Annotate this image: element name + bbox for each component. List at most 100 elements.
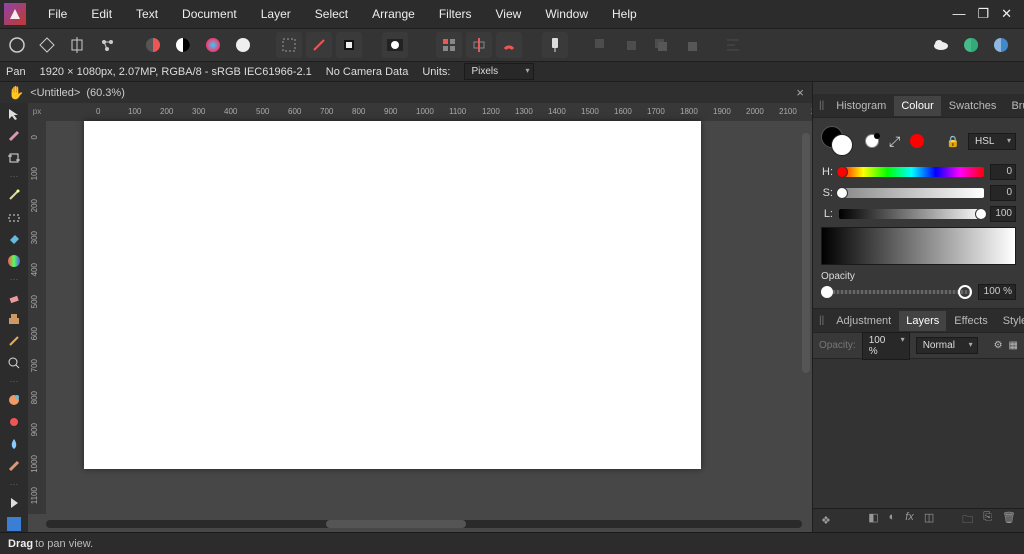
document-title[interactable]: <Untitled>	[30, 87, 80, 99]
healing-tool-icon[interactable]	[5, 393, 23, 408]
reset-swatch-icon[interactable]	[865, 134, 879, 148]
checker-icon[interactable]: ▦	[1009, 340, 1018, 351]
dots-icon[interactable]: ⋯	[5, 173, 23, 181]
menu-edit[interactable]: Edit	[79, 0, 124, 28]
color-swatch-stack[interactable]	[821, 126, 855, 156]
panel-drag-handle-icon[interactable]: ||	[819, 100, 824, 111]
ruler-vertical[interactable]: 010020030040050060070080090010001100	[28, 121, 46, 514]
arrange-forward-icon[interactable]	[648, 32, 674, 58]
panel-drag-handle-icon[interactable]: ||	[819, 315, 824, 326]
menu-help[interactable]: Help	[600, 0, 649, 28]
adjustment-icon[interactable]: ◐	[889, 511, 896, 530]
opacity-value[interactable]: 100 %	[978, 284, 1016, 300]
arrange-front-icon[interactable]	[678, 32, 704, 58]
wand-tool-icon[interactable]	[5, 188, 23, 203]
units-select[interactable]: Pixels	[464, 63, 534, 80]
gear-icon[interactable]: ⚙	[994, 340, 1003, 351]
tab-layers[interactable]: Layers	[899, 311, 946, 331]
group-icon[interactable]: 🗀	[962, 511, 973, 530]
zoom-tool-icon[interactable]	[5, 356, 23, 371]
marquee-tool-icon[interactable]	[5, 210, 23, 225]
arrange-back-icon[interactable]	[588, 32, 614, 58]
app-logo[interactable]	[4, 3, 26, 25]
marker-icon[interactable]	[336, 32, 362, 58]
dots-icon-3[interactable]: ⋯	[5, 378, 23, 386]
dots-icon-2[interactable]: ⋯	[5, 275, 23, 283]
auto-levels-icon[interactable]	[140, 32, 166, 58]
color-mode-select[interactable]: HSL	[968, 133, 1016, 150]
layer-opacity-select[interactable]: 100 %	[862, 332, 910, 360]
move-tool-icon[interactable]	[5, 107, 23, 122]
gradient-tool-icon[interactable]	[5, 253, 23, 268]
eraser-tool-icon[interactable]	[5, 290, 23, 305]
menu-filters[interactable]: Filters	[427, 0, 484, 28]
cloud-icon[interactable]	[928, 32, 954, 58]
menu-window[interactable]: Window	[533, 0, 600, 28]
pencil-tool-icon[interactable]	[5, 334, 23, 349]
layers-list[interactable]	[813, 359, 1024, 508]
auto-colors-icon[interactable]	[200, 32, 226, 58]
menu-arrange[interactable]: Arrange	[360, 0, 427, 28]
lock-icon[interactable]: 🔒	[946, 135, 960, 148]
tab-adjustment[interactable]: Adjustment	[829, 311, 898, 331]
tab-swatches[interactable]: Swatches	[942, 96, 1004, 116]
clone-tool-icon[interactable]	[5, 312, 23, 327]
quick-mask-icon[interactable]	[382, 32, 408, 58]
persona-export-icon[interactable]	[94, 32, 120, 58]
blend-mode-select[interactable]: Normal	[916, 337, 978, 354]
persona-develop-icon[interactable]	[64, 32, 90, 58]
tab-colour[interactable]: Colour	[894, 96, 940, 116]
light-value[interactable]: 100	[990, 206, 1016, 222]
eyedropper-icon[interactable]: ⤢	[889, 133, 900, 150]
auto-white-icon[interactable]	[230, 32, 256, 58]
smudge-tool-icon[interactable]	[5, 458, 23, 473]
tab-histogram[interactable]: Histogram	[829, 96, 893, 116]
close-document-icon[interactable]: ×	[796, 85, 812, 100]
fx-icon[interactable]: fx	[905, 511, 914, 530]
play-icon[interactable]	[5, 495, 23, 510]
ruler-horizontal[interactable]: 0100200300400500600700800900100011001200…	[46, 103, 812, 121]
sat-value[interactable]: 0	[990, 185, 1016, 201]
crop-layer-icon[interactable]: ◫	[924, 511, 934, 530]
arrange-backward-icon[interactable]	[618, 32, 644, 58]
maximize-icon[interactable]: ❐	[977, 6, 989, 22]
vertical-scrollbar[interactable]	[802, 123, 810, 512]
foreground-color-swatch[interactable]	[831, 134, 853, 156]
canvas[interactable]	[84, 121, 701, 469]
opacity-slider[interactable]	[821, 290, 972, 294]
redeye-tool-icon[interactable]	[5, 415, 23, 430]
persona-photo-icon[interactable]	[4, 32, 30, 58]
bucket-tool-icon[interactable]	[5, 231, 23, 246]
menu-layer[interactable]: Layer	[249, 0, 303, 28]
crop-tool-icon[interactable]	[5, 151, 23, 166]
lightness-ramp[interactable]	[821, 227, 1016, 265]
mask-icon[interactable]: ◧	[868, 511, 878, 530]
color-swatch-tool[interactable]	[5, 517, 23, 532]
snap-toggle-icon[interactable]	[496, 32, 522, 58]
menu-select[interactable]: Select	[303, 0, 360, 28]
hue-value[interactable]: 0	[990, 164, 1016, 180]
persona-liquify-icon[interactable]	[34, 32, 60, 58]
auto-contrast-icon[interactable]	[170, 32, 196, 58]
close-icon[interactable]: ✕	[1001, 6, 1012, 22]
link-icon[interactable]: ⎘	[983, 511, 992, 530]
layer-stack-icon[interactable]: ❖	[821, 514, 831, 527]
blur-tool-icon[interactable]	[5, 436, 23, 451]
menu-file[interactable]: File	[36, 0, 79, 28]
vscroll-thumb[interactable]	[802, 133, 810, 373]
align-icon[interactable]	[720, 32, 746, 58]
selection-tool-icon[interactable]	[276, 32, 302, 58]
hue-slider[interactable]	[839, 167, 984, 177]
tab-styles[interactable]: Styles	[996, 311, 1024, 331]
brush-tool-icon[interactable]	[5, 129, 23, 144]
tab-effects[interactable]: Effects	[947, 311, 994, 331]
grid-toggle-icon[interactable]	[436, 32, 462, 58]
store-icon[interactable]	[988, 32, 1014, 58]
sat-slider[interactable]	[839, 188, 984, 198]
minimize-icon[interactable]: —	[952, 6, 965, 22]
account-icon[interactable]	[958, 32, 984, 58]
trash-icon[interactable]: 🗑	[1002, 511, 1016, 530]
recent-color-swatch[interactable]	[910, 134, 924, 148]
light-slider[interactable]	[839, 209, 984, 219]
crop-line-icon[interactable]	[306, 32, 332, 58]
